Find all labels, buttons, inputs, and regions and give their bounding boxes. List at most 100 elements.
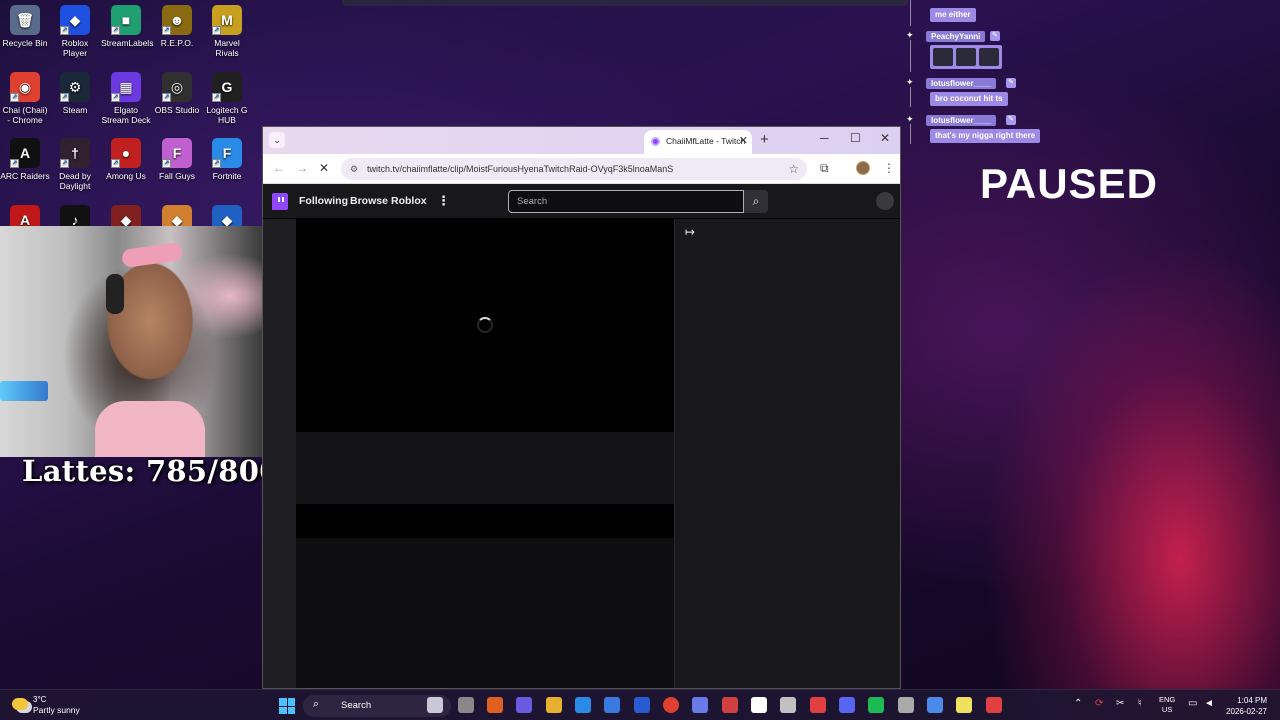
minimize-button[interactable]: ─ [820,131,829,145]
volume-icon[interactable]: ◄ [1204,698,1214,709]
taskbar-app-icon[interactable] [604,697,620,713]
browser-menu-icon[interactable]: ⋮ [883,161,895,175]
weather-temp[interactable]: 3°C [33,695,46,704]
desktop-icon[interactable]: A ↗ ARC Raiders [0,138,50,181]
taskbar-app-icon[interactable] [692,697,708,713]
clock-time: 1:04 PM [1237,696,1267,705]
chat-pane: ↦ [674,219,900,688]
shortcut-arrow-icon: ↗ [162,26,171,35]
taskbar-app-icon[interactable] [898,697,914,713]
taskbar-app-icon[interactable] [986,697,1002,713]
app-icon: ■ ↗ [111,5,141,35]
twitch-search-input[interactable]: Search [508,190,744,213]
desktop-icon[interactable]: 🗑 Recycle Bin [0,5,50,48]
taskbar-app-icon[interactable] [458,697,474,713]
tab-close-icon[interactable]: ✕ [739,134,748,147]
taskbar-app-icon[interactable] [634,697,650,713]
shortcut-arrow-icon: ↗ [212,159,221,168]
more-options-icon[interactable]: ⋮ [437,193,450,209]
microphone-icon[interactable]: ♮ [1138,698,1142,709]
tab-twitch[interactable]: ChaiiMfLatte - Twitch ✕ [644,130,752,154]
app-icon: F ↗ [162,138,192,168]
desktop-icon[interactable]: † ↗ Dead by Daylight [50,138,100,191]
network-icon[interactable]: ▭ [1188,698,1197,709]
taskbar-app-icon[interactable] [780,697,796,713]
site-info-icon[interactable]: ⚙ [350,164,358,175]
tray-app-icon[interactable]: ✂ [1116,698,1124,709]
start-button[interactable] [279,698,295,714]
extensions-icon[interactable]: ⧉ [820,161,829,176]
taskbar-app-icon[interactable] [487,697,503,713]
taskbar-app-icon[interactable] [516,697,532,713]
nav-following[interactable]: Following [299,195,348,207]
weather-icon[interactable] [12,698,28,710]
desktop-icon-label: ARC Raiders [0,171,50,181]
close-window-button[interactable]: ✕ [880,131,890,145]
chevron-up-icon[interactable]: ⌃ [1074,698,1082,709]
chat-message: bro coconut hit ts [930,92,1008,106]
back-icon[interactable]: ← [273,161,285,175]
tray-app-icon[interactable]: ⟳ [1095,698,1103,709]
url-field[interactable]: ⚙ twitch.tv/chaiimflatte/clip/MoistFurio… [341,158,807,180]
taskbar-app-icon[interactable] [722,697,738,713]
pencil-icon: ✎ [1006,78,1016,88]
desktop-icon[interactable]: F ↗ Fortnite [202,138,252,181]
user-avatar[interactable] [876,192,894,210]
collapse-chat-icon[interactable]: ↦ [685,225,695,239]
taskbar-app-icon[interactable] [546,697,562,713]
desktop-icon[interactable]: ◆ ↗ Roblox Player [50,5,100,58]
app-icon: ▦ ↗ [111,72,141,102]
taskbar-app-icon[interactable] [839,697,855,713]
weather-desc[interactable]: Partly sunny [33,705,80,715]
clock[interactable]: 1:04 PM 2026-02-27 [1215,695,1267,717]
nav-roblox[interactable]: Roblox [391,195,427,207]
desktop-icon[interactable]: ☻ ↗ R.E.P.O. [152,5,202,48]
bookmark-star-icon[interactable]: ☆ [788,162,799,176]
twitch-favicon-icon [651,137,660,146]
search-icon[interactable]: ⌕ [744,190,768,213]
chat-message: that's my nigga right there [930,129,1041,143]
shortcut-arrow-icon: ↗ [111,26,120,35]
chat-thread-line [910,124,911,144]
shortcut-arrow-icon: ↗ [111,159,120,168]
desktop-icon[interactable]: ◉ ↗ Chai (Chaii) - Chrome [0,72,50,125]
desktop-icon-label: R.E.P.O. [160,38,194,48]
desktop-icon[interactable]: ■ ↗ StreamLabels [101,5,153,48]
taskbar-app-icon[interactable] [427,697,443,713]
desktop-icon[interactable]: M ↗ Marvel Rivals [202,5,252,58]
twitch-logo-icon[interactable] [272,193,288,210]
address-bar: ← → ✕ ⚙ twitch.tv/chaiimflatte/clip/Mois… [263,154,900,184]
left-sidebar [263,219,296,688]
nav-browse[interactable]: Browse [350,195,388,207]
shortcut-arrow-icon: ↗ [162,159,171,168]
desktop-icon-label: Dead by Daylight [59,171,91,191]
taskbar-app-icon[interactable] [810,697,826,713]
profile-avatar[interactable] [856,161,870,175]
lang-code: ENG [1159,695,1176,704]
desktop-icon[interactable]: ▦ ↗ Elgato Stream Deck [101,72,151,125]
tab-search-dropdown[interactable]: ⌄ [269,132,285,148]
clip-player[interactable] [296,219,674,432]
url-text: twitch.tv/chaiimflatte/clip/MoistFurious… [367,164,674,174]
taskbar-app-icon[interactable] [868,697,884,713]
desktop-icon[interactable]: ⚙ ↗ Steam [50,72,100,115]
taskbar-app-icon[interactable] [575,697,591,713]
desktop-icon[interactable]: ● ↗ Among Us [101,138,151,181]
forward-icon[interactable]: → [296,161,308,175]
app-icon: ⚙ ↗ [60,72,90,102]
taskbar-app-icon[interactable] [927,697,943,713]
app-icon: † ↗ [60,138,90,168]
language-indicator[interactable]: ENG US [1159,695,1175,715]
desktop-icon[interactable]: G ↗ Logitech G HUB [202,72,252,125]
app-icon: ☻ ↗ [162,5,192,35]
twitch-topnav: Following Browse Roblox ⋮ Search ⌕ [263,184,900,219]
desktop-icon[interactable]: ◎ ↗ OBS Studio [152,72,202,115]
desktop-icon[interactable]: F ↗ Fall Guys [152,138,202,181]
desktop-icon-label: Recycle Bin [2,38,48,48]
stop-loading-icon[interactable]: ✕ [319,161,329,175]
taskbar-app-icon[interactable] [751,697,767,713]
taskbar-app-icon[interactable] [956,697,972,713]
maximize-button[interactable]: ☐ [850,131,861,145]
new-tab-button[interactable]: + [760,131,769,148]
taskbar-app-icon[interactable] [663,697,679,713]
